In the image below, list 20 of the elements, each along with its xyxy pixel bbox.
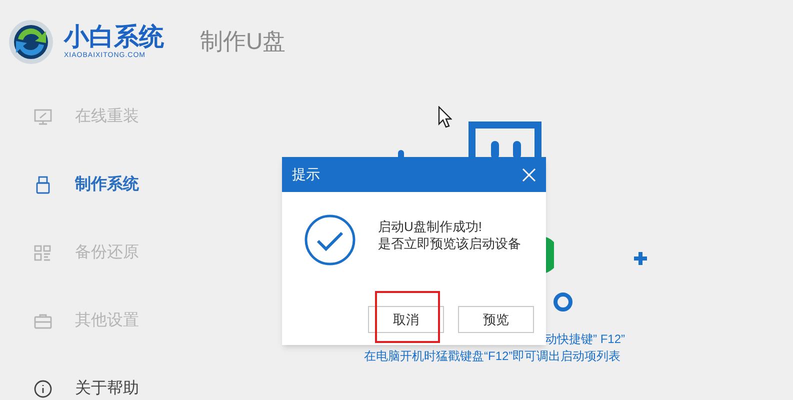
check-circle-icon [304,214,356,266]
dialog-title: 提示 [292,165,320,184]
monitor-icon [33,107,53,127]
dialog-button[interactable]: 取消 [368,306,444,333]
page-title: 制作U盘 [200,27,286,56]
sidebar-item[interactable]: 关于帮助 [0,355,275,400]
logo-icon [8,18,54,64]
dialog-button[interactable]: 预览 [458,306,534,333]
hint-text: 在电脑开机时猛戳键盘“F12”即可调出启动项列表 [364,348,621,365]
cursor-icon [438,106,452,128]
plus-icon [633,251,648,266]
info-icon [33,379,53,399]
hint-text: 动快捷键” F12” [545,331,626,348]
grid-icon [33,243,53,263]
dialog-message: 启动U盘制作成功! [378,218,483,235]
sidebar-item[interactable]: 制作系统 [0,151,275,219]
ring-icon [553,292,573,312]
close-icon[interactable] [522,168,536,182]
brand-name: 小白系统 [64,23,165,51]
dialog-message: 是否立即预览该启动设备 [378,235,521,252]
